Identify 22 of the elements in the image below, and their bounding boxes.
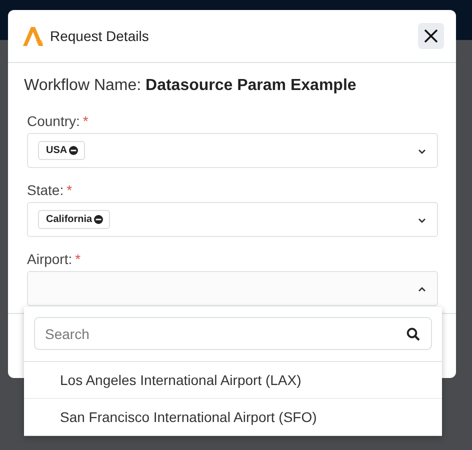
select-field[interactable]: USA xyxy=(27,133,438,168)
search-field[interactable]: Search xyxy=(34,317,432,350)
chevron-down-icon[interactable] xyxy=(417,146,427,154)
selected-tag: USA xyxy=(38,141,86,160)
remove-icon[interactable] xyxy=(94,215,104,224)
select-field[interactable]: California xyxy=(27,202,438,237)
selected-tag: California xyxy=(38,210,110,229)
dialog-title: Request Details xyxy=(50,28,150,44)
dropdown-option[interactable]: San Francisco International Airport (SFO) xyxy=(24,399,442,436)
chevron-down-icon[interactable] xyxy=(417,216,427,224)
select-field[interactable] xyxy=(27,271,438,306)
workflow-name: Workflow Name: Datasource Param Example xyxy=(24,77,358,95)
chevron-up-icon[interactable] xyxy=(417,284,427,292)
logo-icon xyxy=(22,25,44,47)
close-button[interactable] xyxy=(418,23,444,49)
dropdown-option[interactable]: Los Angeles International Airport (LAX) xyxy=(24,362,442,399)
field-label: State: * xyxy=(27,182,74,198)
close-icon[interactable] xyxy=(423,28,439,44)
field-label: Airport: * xyxy=(27,251,82,267)
search-icon[interactable] xyxy=(406,327,420,341)
field-label: Country: * xyxy=(27,113,90,129)
remove-icon[interactable] xyxy=(69,146,78,155)
